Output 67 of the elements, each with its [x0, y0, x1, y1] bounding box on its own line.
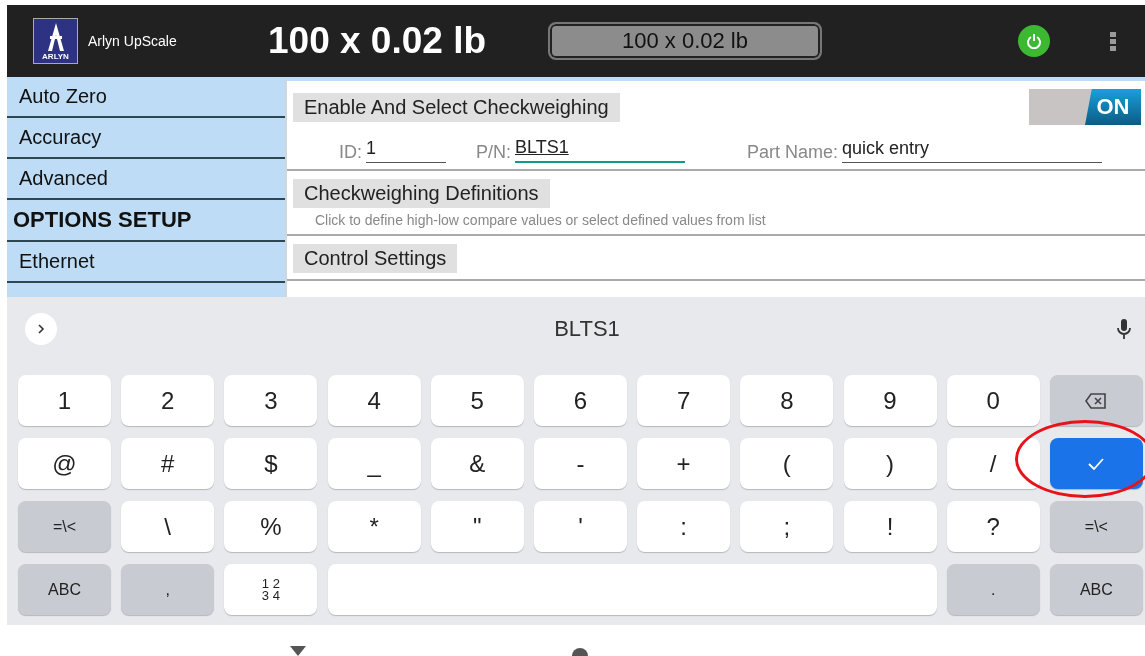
key[interactable]: ABC: [1049, 564, 1143, 615]
key[interactable]: &: [430, 438, 524, 489]
key[interactable]: _: [327, 438, 421, 489]
field-label: Part Name:: [747, 142, 839, 163]
key[interactable]: :: [637, 501, 731, 552]
key[interactable]: ABC: [18, 564, 111, 615]
sidebar-heading: OPTIONS SETUP: [7, 200, 285, 242]
key[interactable]: ,: [121, 564, 215, 615]
key[interactable]: 9: [843, 375, 937, 426]
key[interactable]: =\<: [18, 501, 111, 552]
logo: ARLYN: [33, 18, 78, 64]
key[interactable]: 8: [740, 375, 834, 426]
field-label: ID:: [339, 142, 362, 163]
key[interactable]: ": [430, 501, 524, 552]
overflow-menu-icon[interactable]: [1110, 31, 1116, 51]
key[interactable]: ): [843, 438, 937, 489]
key[interactable]: 7: [637, 375, 731, 426]
backspace-key[interactable]: [1049, 375, 1143, 426]
weight-reading: 100 x 0.02 lb: [268, 20, 488, 62]
key[interactable]: *: [327, 501, 421, 552]
key[interactable]: $: [224, 438, 318, 489]
input-field[interactable]: 1: [366, 138, 446, 163]
app-name: Arlyn UpScale: [88, 33, 178, 49]
input-field[interactable]: quick entry: [842, 138, 1103, 163]
key[interactable]: %: [224, 501, 318, 552]
home-icon[interactable]: [572, 648, 588, 656]
sidebar-item[interactable]: Ethernet: [7, 242, 285, 283]
microphone-icon[interactable]: [1117, 318, 1131, 340]
key[interactable]: #: [121, 438, 215, 489]
key[interactable]: ;: [740, 501, 834, 552]
key[interactable]: 5: [430, 375, 524, 426]
toggle-switch[interactable]: ON: [1029, 89, 1141, 125]
backspace-icon: [1085, 392, 1108, 409]
key[interactable]: !: [843, 501, 937, 552]
section-title[interactable]: Checkweighing Definitions: [293, 179, 550, 208]
key[interactable]: (: [740, 438, 834, 489]
sidebar-item[interactable]: Accuracy: [7, 118, 285, 159]
key[interactable]: .: [946, 564, 1040, 615]
input-field[interactable]: BLTS1: [515, 137, 686, 163]
chevron-icon[interactable]: [25, 313, 57, 345]
key[interactable]: +: [637, 438, 731, 489]
key[interactable]: 1: [18, 375, 111, 426]
section-hint: Click to define high-low compare values or select defined values from list: [314, 211, 767, 228]
back-icon[interactable]: [288, 646, 308, 656]
key[interactable]: -: [533, 438, 627, 489]
sidebar-item[interactable]: Advanced: [7, 159, 285, 200]
weight-display: 100 x 0.02 lb: [548, 22, 822, 60]
field-label: P/N:: [476, 142, 512, 163]
checkmark-icon: [1087, 456, 1106, 471]
key[interactable]: ': [533, 501, 627, 552]
key[interactable]: 6: [533, 375, 627, 426]
key[interactable]: 3: [224, 375, 318, 426]
section-title: Enable And Select Checkweighing: [293, 92, 620, 122]
key[interactable]: /: [946, 438, 1040, 489]
key[interactable]: @: [18, 438, 111, 489]
number-pad-key[interactable]: 1 2 3 4: [224, 564, 318, 615]
section-title[interactable]: Control Settings: [293, 244, 458, 273]
key[interactable]: \: [121, 501, 215, 552]
key[interactable]: 0: [946, 375, 1040, 426]
key[interactable]: ?: [946, 501, 1040, 552]
suggestion-text[interactable]: BLTS1: [57, 316, 1117, 342]
power-icon[interactable]: [1018, 25, 1050, 57]
key[interactable]: =\<: [1049, 501, 1143, 552]
key[interactable]: 2: [121, 375, 215, 426]
key[interactable]: 4: [327, 375, 421, 426]
sidebar-item[interactable]: Auto Zero: [7, 77, 285, 118]
enter-key[interactable]: [1049, 438, 1143, 489]
